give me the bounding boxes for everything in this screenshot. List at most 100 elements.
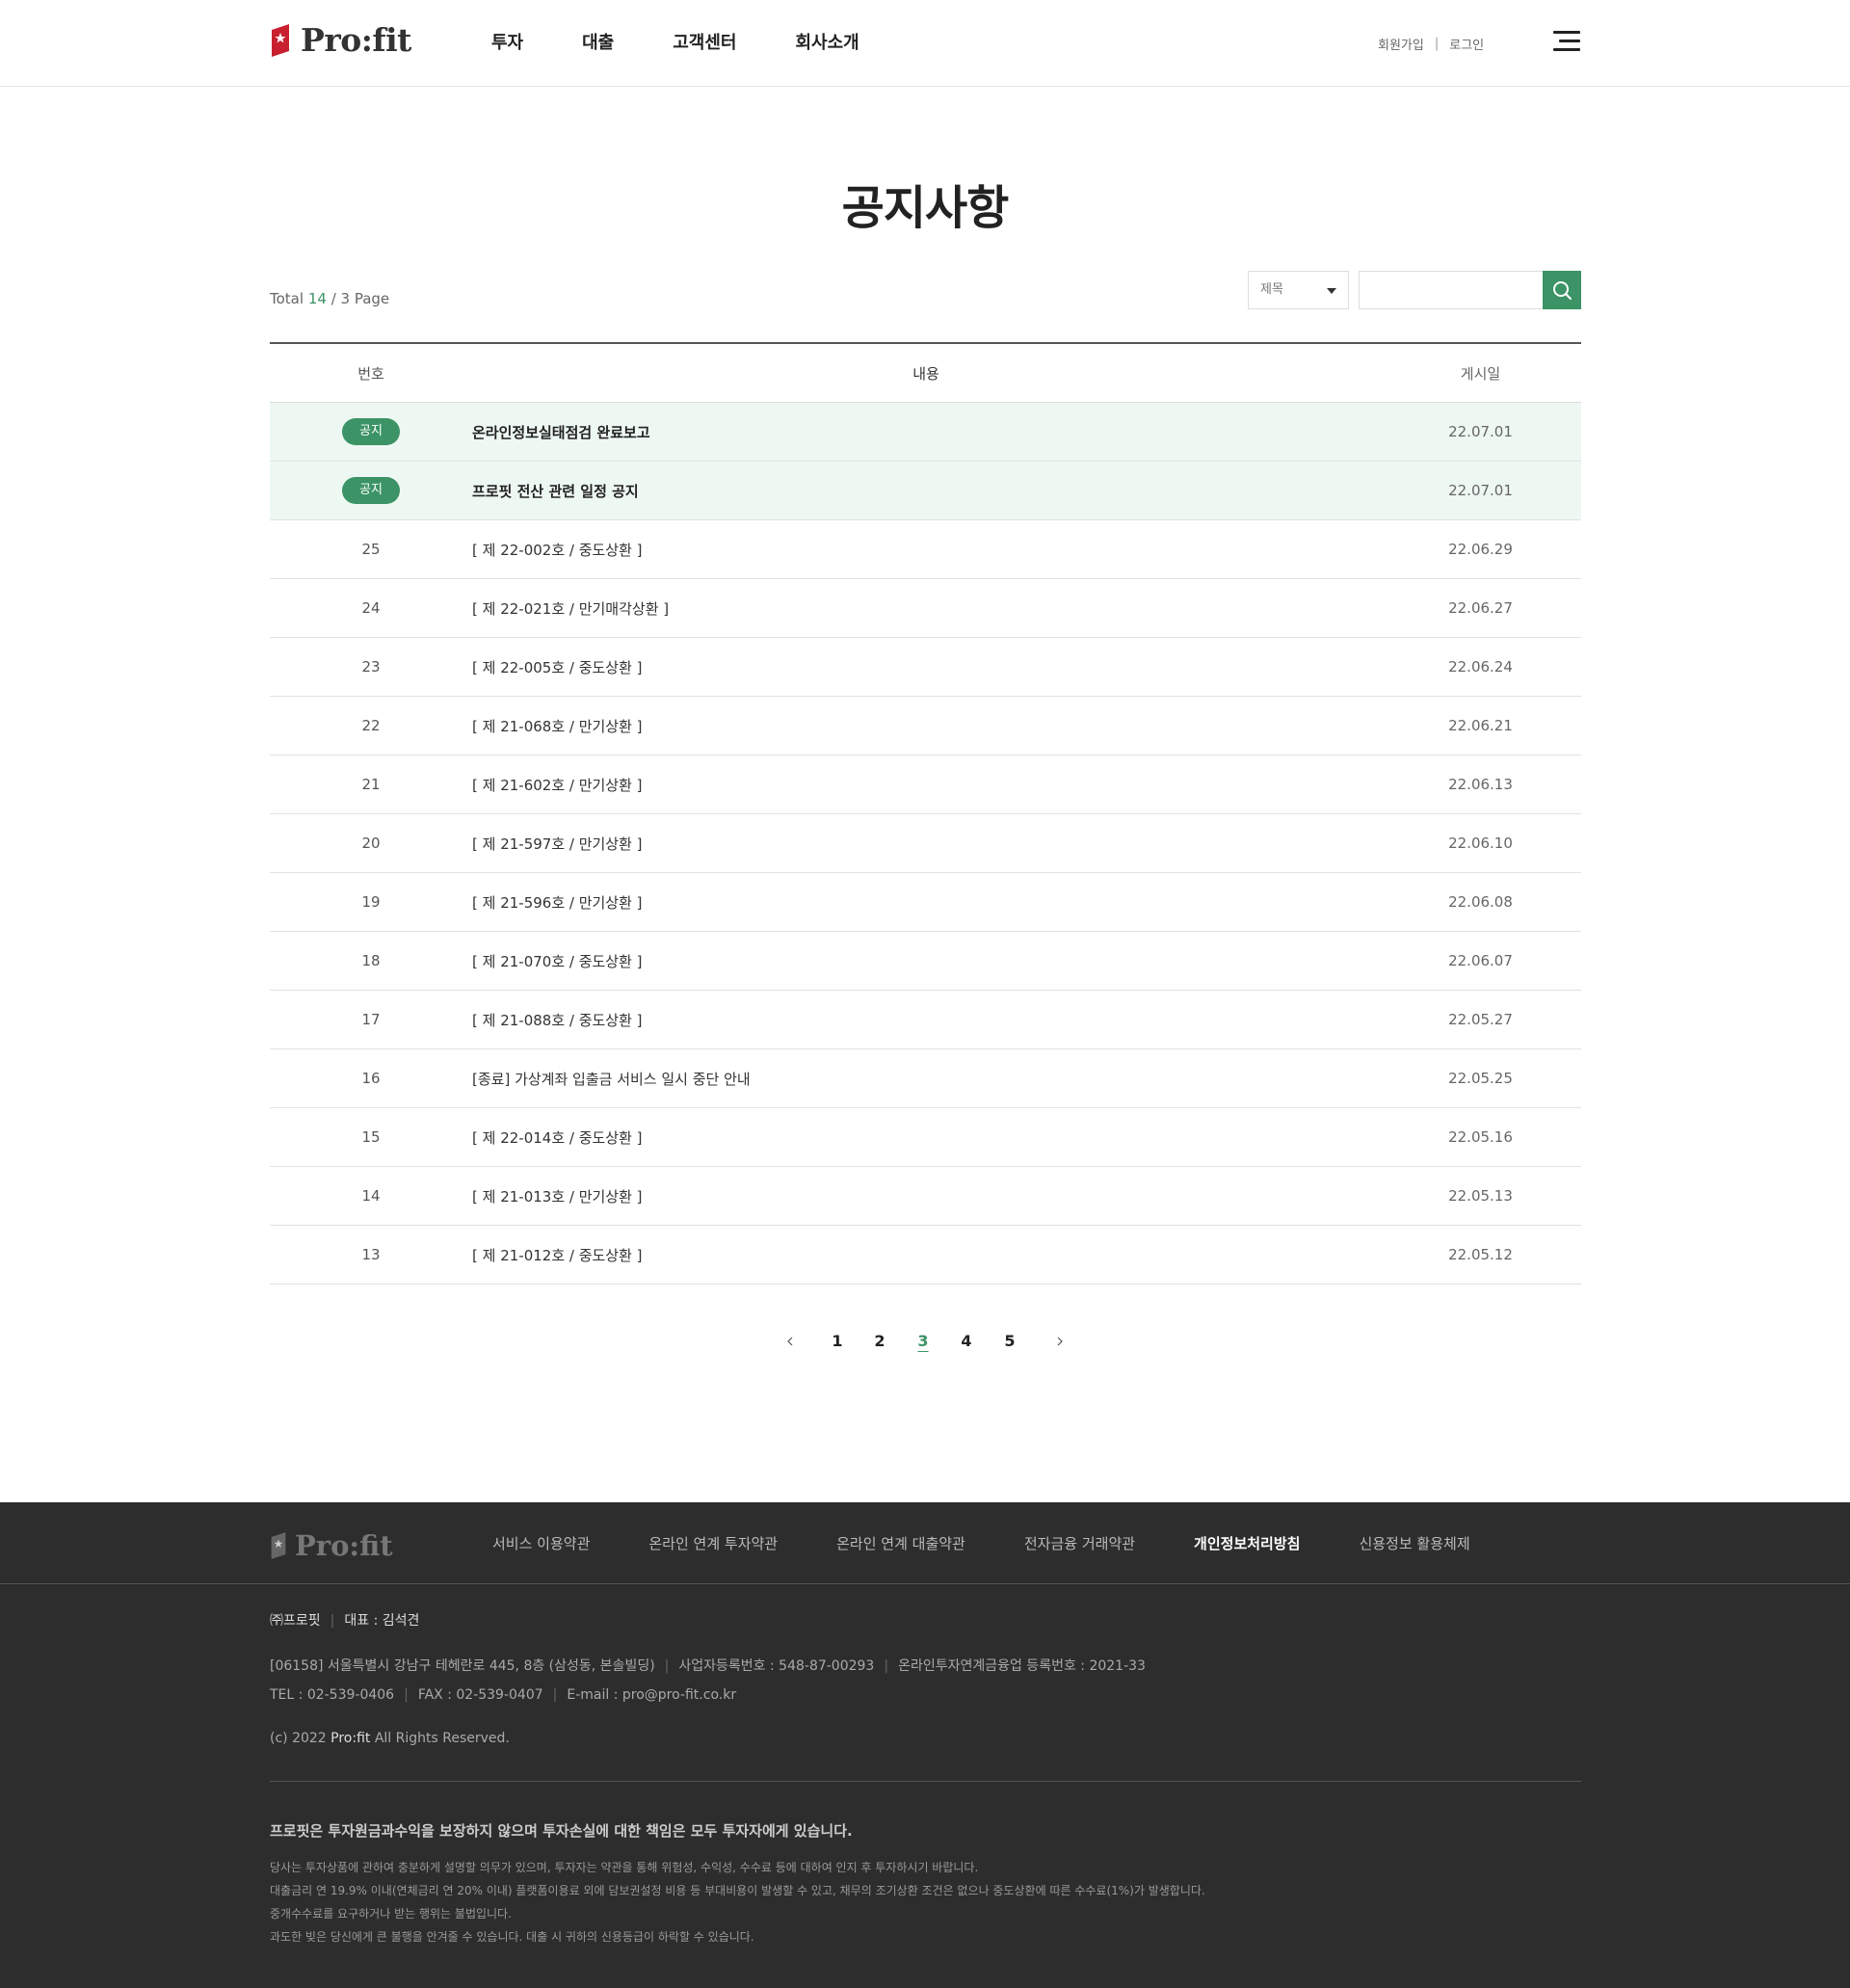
notice-row[interactable]: 공지 온라인정보실태점검 완료보고 22.07.01	[270, 403, 1581, 462]
nav-loan[interactable]: 대출	[582, 29, 614, 58]
row-number: 21	[361, 776, 381, 793]
row-title[interactable]: [ 제 22-002호 / 중도상환 ]	[472, 540, 1380, 560]
signup-link[interactable]: 회원가입	[1378, 35, 1424, 53]
search-field-select[interactable]: 제목	[1248, 271, 1349, 309]
row-number: 25	[361, 541, 381, 558]
row-date: 22.06.10	[1448, 835, 1513, 852]
table-row[interactable]: 23 [ 제 22-005호 / 중도상환 ] 22.06.24	[270, 638, 1581, 697]
notice-row[interactable]: 공지 프로핏 전산 관련 일정 공지 22.07.01	[270, 462, 1581, 520]
row-date: 22.06.27	[1448, 599, 1513, 617]
footer-nav: 서비스 이용약관 온라인 연계 투자약관 온라인 연계 대출약관 전자금융 거래…	[492, 1533, 1529, 1553]
copyright-suffix: All Rights Reserved.	[370, 1731, 510, 1746]
row-number: 24	[361, 599, 381, 617]
footer-address: [06158] 서울특별시 강남구 테헤란로 445, 8층 (삼성동, 본솔빌…	[270, 1658, 655, 1674]
logo[interactable]: Pro:fit	[270, 21, 411, 59]
site-header: Pro:fit 투자 대출 고객센터 회사소개 회원가입 | 로그인	[0, 0, 1850, 87]
footer-disclaimer-line: 대출금리 연 19.9% 이내(연체금리 연 20% 이내) 플랫폼이용료 외에…	[270, 1884, 1205, 1897]
table-row[interactable]: 20 [ 제 21-597호 / 만기상환 ] 22.06.10	[270, 814, 1581, 873]
row-title[interactable]: [ 제 21-602호 / 만기상환 ]	[472, 775, 1380, 795]
page-2[interactable]: 2	[870, 1330, 889, 1353]
row-title[interactable]: [ 제 22-021호 / 만기매각상환 ]	[472, 598, 1380, 619]
footer-link-terms[interactable]: 서비스 이용약관	[492, 1533, 590, 1553]
table-row[interactable]: 21 [ 제 21-602호 / 만기상환 ] 22.06.13	[270, 755, 1581, 814]
search-field-select-value: 제목	[1260, 282, 1283, 297]
row-date: 22.07.01	[1448, 423, 1513, 440]
copyright-prefix: (c) 2022	[270, 1731, 331, 1746]
menu-icon[interactable]	[1553, 31, 1580, 52]
nav-company[interactable]: 회사소개	[796, 29, 859, 58]
site-footer: Pro:fit 서비스 이용약관 온라인 연계 투자약관 온라인 연계 대출약관…	[0, 1502, 1850, 1988]
footer-reg-no: 온라인투자연계금융업 등록번호 : 2021-33	[898, 1658, 1146, 1674]
page-1[interactable]: 1	[828, 1330, 847, 1353]
table-row[interactable]: 17 [ 제 21-088호 / 중도상환 ] 22.05.27	[270, 991, 1581, 1049]
row-number: 16	[361, 1070, 381, 1087]
table-row[interactable]: 14 [ 제 21-013호 / 만기상환 ] 22.05.13	[270, 1167, 1581, 1226]
util-links: 회원가입 | 로그인	[1378, 35, 1484, 53]
footer-link-loan-terms[interactable]: 온라인 연계 대출약관	[836, 1533, 965, 1553]
copyright-brand: Pro:fit	[330, 1731, 371, 1746]
footer-logo-text: Pro:fit	[295, 1529, 393, 1562]
table-header: 번호 내용 게시일	[270, 344, 1581, 403]
footer-link-efinance-terms[interactable]: 전자금융 거래약관	[1024, 1533, 1135, 1553]
row-title[interactable]: 온라인정보실태점검 완료보고	[472, 422, 1380, 442]
chevron-right-icon[interactable]	[1050, 1330, 1070, 1353]
chevron-left-icon[interactable]	[780, 1330, 800, 1353]
row-date: 22.05.27	[1448, 1011, 1513, 1028]
menu-icon-bar	[1553, 31, 1580, 34]
table-body: 공지 온라인정보실태점검 완료보고 22.07.01 공지 프로핏 전산 관련 일정 공…	[270, 403, 1581, 1285]
row-date: 22.05.12	[1448, 1246, 1513, 1263]
row-title[interactable]: [종료] 가상계좌 입출금 서비스 일시 중단 안내	[472, 1069, 1380, 1089]
row-number: 20	[361, 835, 381, 852]
row-title[interactable]: [ 제 22-014호 / 중도상환 ]	[472, 1127, 1380, 1148]
search-button[interactable]	[1543, 271, 1581, 309]
notice-table: 번호 내용 게시일 공지 온라인정보실태점검 완료보고 22.07.01 공지 프로핏 …	[270, 342, 1581, 1285]
pagination: 1 2 3 4 5	[0, 1330, 1850, 1359]
row-title[interactable]: [ 제 21-013호 / 만기상환 ]	[472, 1186, 1380, 1206]
footer-copyright: (c) 2022 Pro:fit All Rights Reserved.	[270, 1732, 510, 1745]
row-number: 18	[361, 952, 381, 969]
table-row[interactable]: 24 [ 제 22-021호 / 만기매각상환 ] 22.06.27	[270, 579, 1581, 638]
header-no: 번호	[357, 364, 384, 383]
row-title[interactable]: 프로핏 전산 관련 일정 공지	[472, 481, 1380, 501]
login-link[interactable]: 로그인	[1449, 35, 1484, 53]
table-row[interactable]: 16 [종료] 가상계좌 입출금 서비스 일시 중단 안내 22.05.25	[270, 1049, 1581, 1108]
row-date: 22.05.25	[1448, 1070, 1513, 1087]
footer-link-privacy[interactable]: 개인정보처리방침	[1194, 1533, 1300, 1553]
footer-logo[interactable]: Pro:fit	[270, 1529, 393, 1562]
row-title[interactable]: [ 제 21-088호 / 중도상환 ]	[472, 1010, 1380, 1030]
row-date: 22.05.16	[1448, 1128, 1513, 1146]
page-4[interactable]: 4	[957, 1330, 976, 1353]
row-date: 22.06.13	[1448, 776, 1513, 793]
footer-email: E-mail : pro@pro-fit.co.kr	[567, 1687, 737, 1703]
footer-link-invest-terms[interactable]: 온라인 연계 투자약관	[648, 1533, 778, 1553]
main-nav: 투자 대출 고객센터 회사소개	[491, 29, 918, 58]
table-row[interactable]: 19 [ 제 21-596호 / 만기상환 ] 22.06.08	[270, 873, 1581, 932]
row-date: 22.06.29	[1448, 541, 1513, 558]
table-row[interactable]: 25 [ 제 22-002호 / 중도상환 ] 22.06.29	[270, 520, 1581, 579]
row-number: 13	[361, 1246, 381, 1263]
page-indicator: / 3 Page	[330, 290, 390, 307]
table-row[interactable]: 22 [ 제 21-068호 / 만기상환 ] 22.06.21	[270, 697, 1581, 755]
row-title[interactable]: [ 제 21-597호 / 만기상환 ]	[472, 834, 1380, 854]
total-number: 14	[307, 290, 327, 307]
nav-invest[interactable]: 투자	[491, 29, 523, 58]
row-title[interactable]: [ 제 21-070호 / 중도상환 ]	[472, 951, 1380, 971]
menu-icon-bar	[1553, 48, 1580, 51]
footer-company-line: ㈜프로핏 | 대표 : 김석견	[270, 1613, 420, 1629]
row-title[interactable]: [ 제 21-012호 / 중도상환 ]	[472, 1245, 1380, 1265]
table-row[interactable]: 13 [ 제 21-012호 / 중도상환 ] 22.05.12	[270, 1226, 1581, 1285]
table-row[interactable]: 18 [ 제 21-070호 / 중도상환 ] 22.06.07	[270, 932, 1581, 991]
table-row[interactable]: 15 [ 제 22-014호 / 중도상환 ] 22.05.16	[270, 1108, 1581, 1167]
footer-logo-mark-icon	[271, 1532, 286, 1559]
page-5[interactable]: 5	[1000, 1330, 1019, 1353]
page-3[interactable]: 3	[913, 1330, 933, 1353]
row-date: 22.06.07	[1448, 952, 1513, 969]
row-title[interactable]: [ 제 21-596호 / 만기상환 ]	[472, 892, 1380, 913]
nav-customer-center[interactable]: 고객센터	[673, 29, 736, 58]
search-input[interactable]	[1359, 271, 1544, 309]
row-title[interactable]: [ 제 22-005호 / 중도상환 ]	[472, 657, 1380, 677]
row-number: 15	[361, 1128, 381, 1146]
row-title[interactable]: [ 제 21-068호 / 만기상환 ]	[472, 716, 1380, 736]
footer-link-credit-info[interactable]: 신용정보 활용체제	[1359, 1533, 1469, 1553]
footer-address-line: [06158] 서울특별시 강남구 테헤란로 445, 8층 (삼성동, 본솔빌…	[270, 1658, 1146, 1674]
